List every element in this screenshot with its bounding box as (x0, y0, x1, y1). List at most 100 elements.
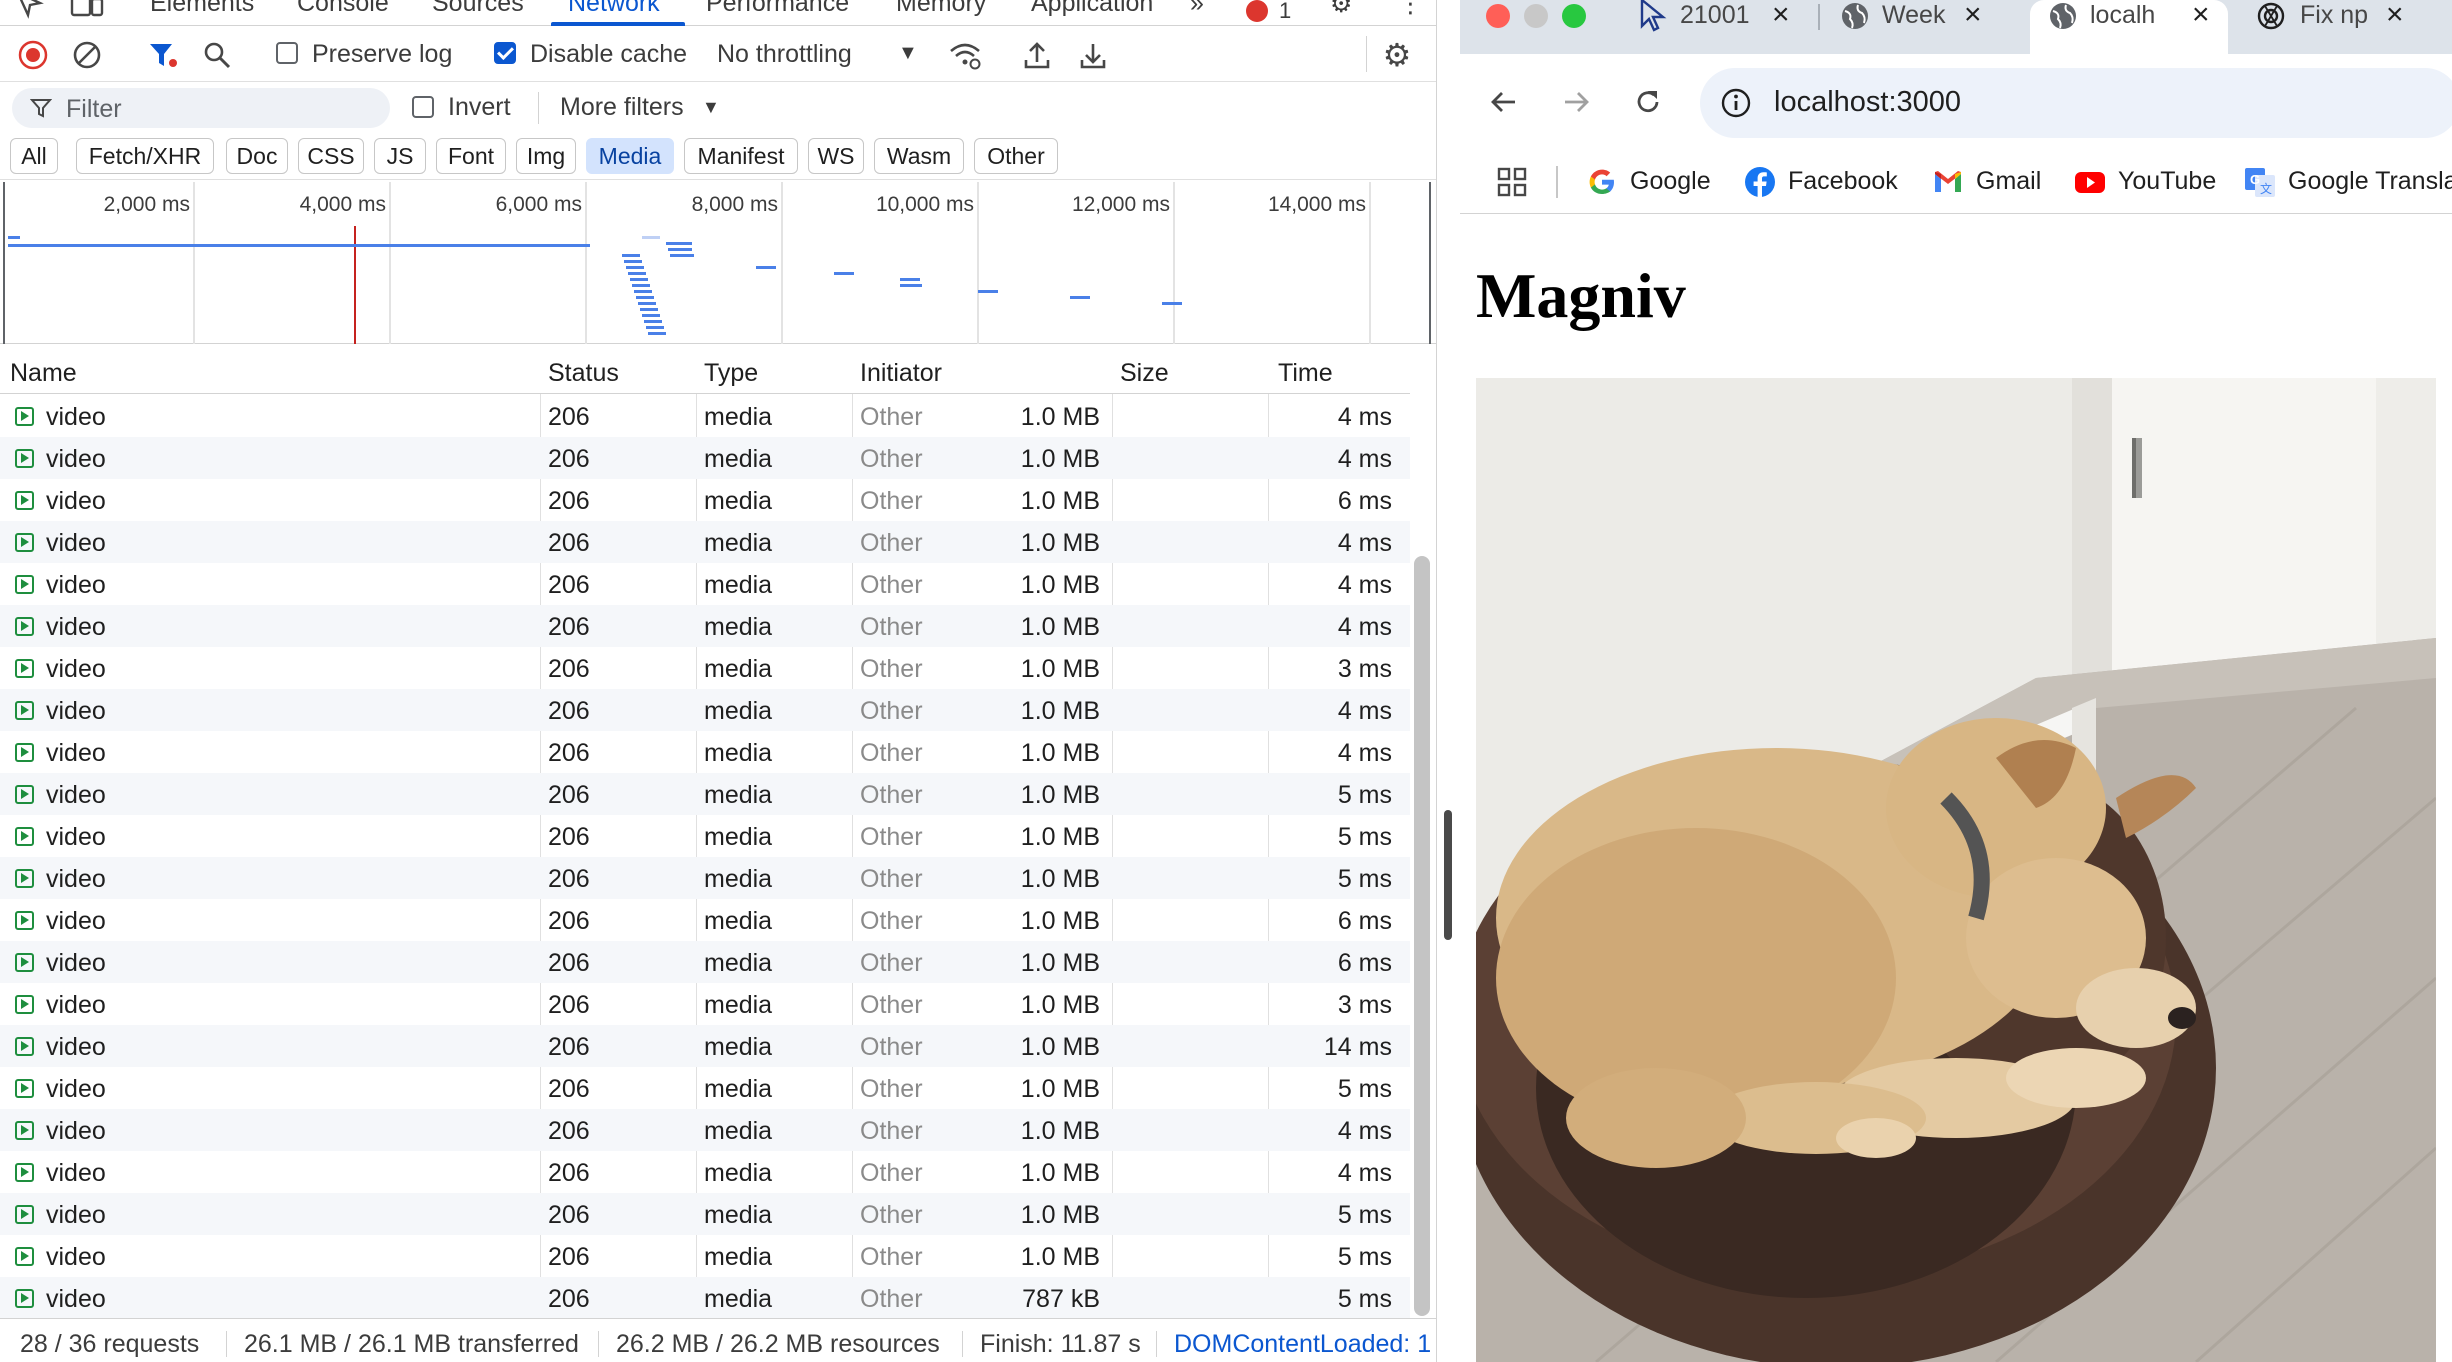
column-header-name[interactable]: Name (10, 359, 77, 388)
column-header-initiator[interactable]: Initiator (860, 359, 942, 388)
type-filter-js[interactable]: JS (374, 138, 426, 174)
table-row[interactable]: video 206 media Other 1.0 MB 4 ms (0, 1109, 1410, 1151)
table-row[interactable]: video 206 media Other 1.0 MB 5 ms (0, 1067, 1410, 1109)
tab-close-icon[interactable]: × (2192, 0, 2210, 32)
more-tabs-icon[interactable]: » (1190, 0, 1204, 18)
tab-close-icon[interactable]: × (1772, 0, 1790, 32)
search-icon[interactable] (200, 38, 234, 72)
tab-elements[interactable]: Elements (150, 0, 254, 18)
split-view-drag-handle[interactable] (1444, 810, 1452, 940)
throttling-select[interactable]: No throttling (717, 40, 852, 69)
record-stop-icon[interactable] (16, 38, 50, 72)
table-row[interactable]: video 206 media Other 1.0 MB 4 ms (0, 689, 1410, 731)
window-maximize-button[interactable] (1562, 4, 1586, 28)
bookmark-gmail[interactable]: Gmail (1932, 164, 2082, 200)
tab-console[interactable]: Console (297, 0, 389, 18)
site-info-icon[interactable] (1720, 87, 1752, 119)
table-row[interactable]: video 206 media Other 1.0 MB 5 ms (0, 1235, 1410, 1277)
table-row[interactable]: video 206 media Other 1.0 MB 4 ms (0, 731, 1410, 773)
device-toolbar-icon[interactable] (70, 0, 104, 26)
type-filter-other[interactable]: Other (974, 138, 1058, 174)
table-row[interactable]: video 206 media Other 1.0 MB 5 ms (0, 1193, 1410, 1235)
devtools-settings-icon[interactable]: ⚙ (1330, 0, 1352, 19)
tab-memory[interactable]: Memory (896, 0, 986, 18)
type-filter-doc[interactable]: Doc (226, 138, 288, 174)
type-filter-font[interactable]: Font (436, 138, 506, 174)
filter-toggle-icon[interactable] (146, 38, 180, 72)
apps-grid-icon[interactable] (1496, 164, 1528, 200)
tab-application[interactable]: Application (1031, 0, 1153, 18)
type-filter-fetch-xhr[interactable]: Fetch/XHR (76, 138, 214, 174)
filter-input[interactable]: Filter (12, 88, 390, 128)
row-type: media (704, 403, 773, 431)
table-row[interactable]: video 206 media Other 1.0 MB 3 ms (0, 983, 1410, 1025)
network-conditions-icon[interactable] (948, 38, 982, 72)
export-har-icon[interactable] (1076, 38, 1110, 72)
preserve-log-checkbox[interactable] (276, 42, 298, 64)
media-file-icon (15, 911, 34, 930)
column-header-status[interactable]: Status (548, 359, 619, 388)
table-row[interactable]: video 206 media Other 1.0 MB 6 ms (0, 479, 1410, 521)
disable-cache-checkbox[interactable] (494, 42, 516, 64)
tab-close-icon[interactable]: × (2386, 0, 2404, 32)
table-row[interactable]: video 206 media Other 1.0 MB 5 ms (0, 857, 1410, 899)
browser-tab-active[interactable]: localh × (2030, 0, 2228, 54)
type-filter-ws[interactable]: WS (808, 138, 864, 174)
bookmark-google-translate[interactable]: G文 Google Transla (2244, 164, 2452, 200)
more-filters-chevron-icon[interactable]: ▼ (702, 97, 720, 118)
table-row[interactable]: video 206 media Other 1.0 MB 5 ms (0, 773, 1410, 815)
column-header-time[interactable]: Time (1278, 359, 1333, 388)
error-count-badge[interactable]: 1 (1246, 0, 1291, 25)
table-row[interactable]: video 206 media Other 1.0 MB 14 ms (0, 1025, 1410, 1067)
table-row[interactable]: video 206 media Other 787 kB 5 ms (0, 1277, 1410, 1318)
table-scrollbar-thumb[interactable] (1414, 556, 1430, 1316)
address-bar[interactable]: localhost:3000 (1700, 68, 2452, 138)
bookmark-youtube[interactable]: YouTube (2074, 164, 2244, 200)
table-row[interactable]: video 206 media Other 1.0 MB 5 ms (0, 815, 1410, 857)
bookmark-google[interactable]: Google (1586, 164, 1746, 200)
import-har-icon[interactable] (1020, 38, 1054, 72)
devtools-menu-icon[interactable]: ⋮ (1398, 0, 1423, 19)
type-filter-manifest[interactable]: Manifest (684, 138, 798, 174)
video-player[interactable] (1476, 378, 2436, 1362)
table-row[interactable]: video 206 media Other 1.0 MB 6 ms (0, 899, 1410, 941)
type-filter-css[interactable]: CSS (298, 138, 364, 174)
table-row[interactable]: video 206 media Other 1.0 MB 4 ms (0, 521, 1410, 563)
type-filter-all[interactable]: All (10, 138, 58, 174)
row-name: video (46, 403, 106, 431)
table-row[interactable]: video 206 media Other 1.0 MB 4 ms (0, 563, 1410, 605)
network-settings-icon[interactable]: ⚙ (1380, 37, 1414, 73)
clear-icon[interactable] (70, 38, 104, 72)
invert-checkbox[interactable] (412, 96, 434, 118)
tab-performance[interactable]: Performance (706, 0, 849, 18)
browser-tab[interactable]: Fix np × (2242, 0, 2452, 54)
inspect-element-icon[interactable] (14, 0, 44, 26)
tab-sources[interactable]: Sources (432, 0, 524, 18)
reload-icon[interactable] (1628, 82, 1668, 122)
window-minimize-button[interactable] (1524, 4, 1548, 28)
type-filter-img[interactable]: Img (516, 138, 576, 174)
table-row[interactable]: video 206 media Other 1.0 MB 4 ms (0, 437, 1410, 479)
table-row[interactable]: video 206 media Other 1.0 MB 4 ms (0, 605, 1410, 647)
back-icon[interactable] (1484, 82, 1524, 122)
column-header-type[interactable]: Type (704, 359, 758, 388)
type-filter-media[interactable]: Media (586, 138, 674, 174)
type-filter-wasm[interactable]: Wasm (874, 138, 964, 174)
table-row[interactable]: video 206 media Other 1.0 MB 4 ms (0, 395, 1410, 437)
network-overview-timeline[interactable]: 2,000 ms 4,000 ms 6,000 ms 8,000 ms 10,0… (0, 182, 1436, 344)
bookmark-facebook[interactable]: Facebook (1744, 164, 1934, 200)
forward-icon[interactable] (1556, 82, 1596, 122)
table-row[interactable]: video 206 media Other 1.0 MB 3 ms (0, 647, 1410, 689)
window-close-button[interactable] (1486, 4, 1510, 28)
split-view-divider[interactable] (1436, 0, 1460, 1362)
browser-tab[interactable]: 21001 × (1632, 0, 1806, 54)
tab-close-icon[interactable]: × (1964, 0, 1982, 32)
browser-tab[interactable]: Week × (1830, 0, 1998, 54)
more-filters-button[interactable]: More filters (560, 93, 684, 122)
tab-network[interactable]: Network (568, 0, 660, 18)
column-header-size[interactable]: Size (1120, 359, 1169, 388)
row-initiator: Other (860, 697, 923, 725)
table-row[interactable]: video 206 media Other 1.0 MB 6 ms (0, 941, 1410, 983)
chevron-down-icon[interactable]: ▼ (898, 42, 918, 65)
table-row[interactable]: video 206 media Other 1.0 MB 4 ms (0, 1151, 1410, 1193)
